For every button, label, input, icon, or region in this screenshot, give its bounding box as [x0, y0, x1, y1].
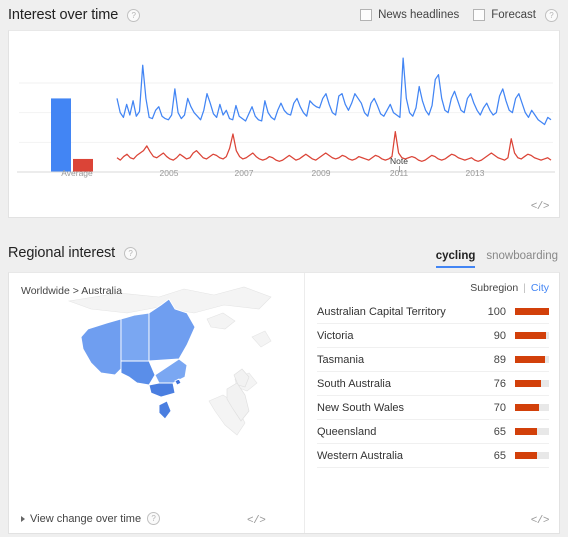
chart-x-axis: Average 2005 2007 2009 2011 2013 Note: [9, 156, 559, 184]
region-bar-track: [515, 404, 549, 411]
table-row[interactable]: Queensland 65: [317, 420, 549, 444]
tab-cycling[interactable]: cycling: [435, 250, 476, 268]
region-value: 70: [493, 401, 506, 414]
list-embed-icon[interactable]: </>: [531, 515, 550, 527]
axis-tick-label: 2005: [159, 168, 179, 178]
region-name: Australian Capital Territory: [317, 305, 446, 318]
region-list-pane: Subregion | City Australian Capital Terr…: [305, 273, 559, 533]
region-name: Tasmania: [317, 353, 365, 366]
map-svg: [67, 286, 272, 436]
view-change-help-icon[interactable]: ?: [147, 512, 161, 525]
regional-interest-header: Regional interest ? cycling snowboarding: [0, 234, 568, 272]
axis-tick-label: Average: [61, 168, 93, 178]
region-bar-track: [515, 428, 549, 435]
region-bar-fill: [515, 356, 546, 363]
region-value: 65: [493, 425, 506, 438]
forecast-checkbox[interactable]: [473, 9, 486, 21]
news-headlines-checkbox[interactable]: [360, 9, 373, 21]
table-row[interactable]: South Australia 76: [317, 372, 549, 396]
region-bar-track: [515, 332, 549, 339]
breadcrumb[interactable]: Worldwide > Australia: [21, 285, 122, 297]
axis-tick-label: 2009: [311, 168, 331, 178]
view-change-label: View change over time: [30, 512, 142, 525]
australia-map[interactable]: [9, 283, 305, 463]
region-bar-fill: [515, 452, 538, 459]
map-embed-icon[interactable]: </>: [247, 515, 266, 527]
line-chart-svg: [17, 57, 555, 173]
regional-interest-title: Regional interest: [8, 245, 116, 261]
toggle-divider: |: [523, 282, 526, 294]
region-bar-track: [515, 308, 549, 315]
table-row[interactable]: Tasmania 89: [317, 348, 549, 372]
regional-help-icon[interactable]: ?: [124, 246, 138, 260]
map-pane: Worldwide > Australia View change over t…: [9, 273, 305, 533]
chart-note-annotation[interactable]: Note: [390, 156, 408, 166]
city-option[interactable]: City: [531, 282, 549, 294]
region-name: South Australia: [317, 377, 391, 390]
region-bar-fill: [515, 308, 549, 315]
regional-tabs: cycling snowboarding: [425, 238, 558, 268]
axis-tick-label: 2007: [234, 168, 254, 178]
forecast-label: Forecast: [491, 9, 536, 21]
region-name: Queensland: [317, 425, 377, 438]
table-row[interactable]: Australian Capital Territory 100: [317, 300, 549, 324]
expand-triangle-icon: [21, 515, 25, 522]
trends-line-chart[interactable]: Average 2005 2007 2009 2011 2013 Note: [9, 31, 559, 183]
forecast-toggle[interactable]: Forecast: [473, 9, 536, 21]
region-bar-fill: [515, 428, 538, 435]
interest-over-time-header: Interest over time ? News headlines Fore…: [0, 0, 568, 30]
region-bar-fill: [515, 380, 541, 387]
interest-over-time-card: Average 2005 2007 2009 2011 2013 Note </>: [8, 30, 560, 218]
axis-tick-label: 2013: [465, 168, 485, 178]
region-bar-fill: [515, 404, 539, 411]
region-bar-track: [515, 356, 549, 363]
table-row[interactable]: New South Wales 70: [317, 396, 549, 420]
forecast-help-icon[interactable]: ?: [545, 8, 558, 22]
region-bar-fill: [515, 332, 546, 339]
region-value: 90: [493, 329, 506, 342]
region-bar-track: [515, 452, 549, 459]
region-name: Victoria: [317, 329, 354, 342]
region-list: Australian Capital Territory 100 Victoria 9…: [305, 300, 559, 468]
tab-snowboarding[interactable]: snowboarding: [486, 250, 558, 268]
news-headlines-label: News headlines: [378, 9, 460, 21]
region-value: 89: [493, 353, 506, 366]
help-icon[interactable]: ?: [127, 8, 141, 22]
subregion-city-toggle: Subregion | City: [305, 273, 559, 300]
embed-icon[interactable]: </>: [531, 201, 550, 213]
region-name: New South Wales: [317, 401, 405, 414]
region-value: 76: [493, 377, 506, 390]
region-name: Western Australia: [317, 449, 404, 462]
news-headlines-toggle[interactable]: News headlines: [360, 9, 459, 21]
region-value: 100: [487, 305, 506, 318]
region-value: 65: [493, 449, 506, 462]
regional-interest-card: Worldwide > Australia View change over t…: [8, 272, 560, 534]
table-row[interactable]: Western Australia 65: [317, 444, 549, 468]
table-row[interactable]: Victoria 90: [317, 324, 549, 348]
region-bar-track: [515, 380, 549, 387]
page-title: Interest over time: [8, 7, 119, 23]
view-change-over-time-link[interactable]: View change over time ?: [21, 512, 161, 525]
subregion-option[interactable]: Subregion: [470, 282, 518, 294]
australia-states: [80, 298, 196, 420]
chart-note-tick: [399, 166, 400, 172]
